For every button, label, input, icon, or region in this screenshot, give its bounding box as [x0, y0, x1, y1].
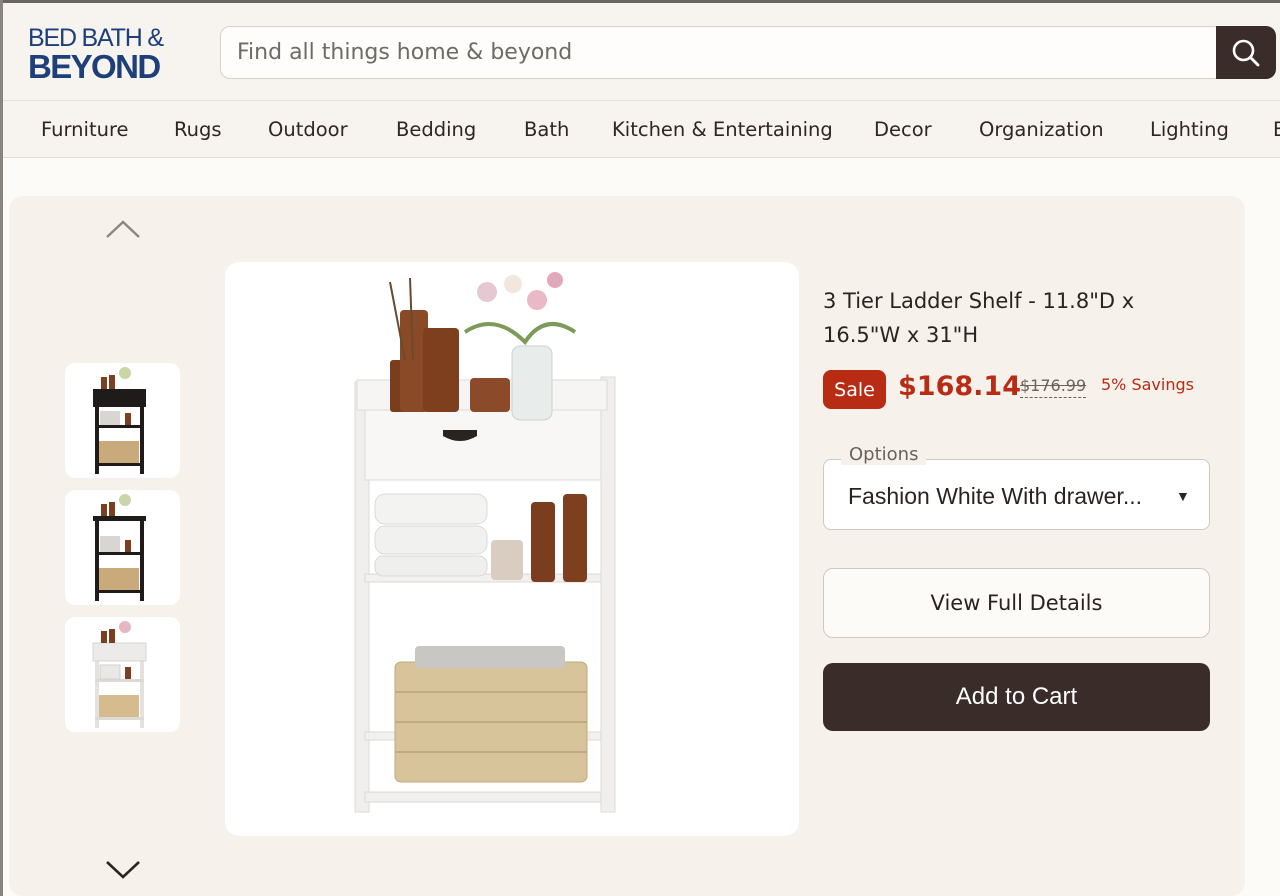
white-shelf-thumbnail: [92, 621, 147, 728]
black-shelf-thumbnail: [93, 367, 146, 474]
black-shelf-thumbnail: [93, 494, 146, 601]
nav-item-bedding[interactable]: Bedding: [396, 118, 476, 141]
nav-item-outdoor[interactable]: Outdoor: [268, 118, 348, 141]
chevron-up-icon[interactable]: [104, 217, 142, 241]
view-full-details-button[interactable]: View Full Details: [823, 568, 1210, 638]
site-header: BED BATH & BEYOND: [3, 3, 1280, 100]
category-nav: Furniture Rugs Outdoor Bedding Bath Kitc…: [3, 100, 1280, 158]
nav-item-rugs[interactable]: Rugs: [174, 118, 222, 141]
nav-item-truncated[interactable]: B: [1273, 118, 1280, 141]
options-label: Options: [841, 444, 927, 465]
original-price: $176.99: [1020, 376, 1087, 398]
sale-price: $168.14: [898, 371, 1021, 402]
add-to-cart-button[interactable]: Add to Cart: [823, 663, 1210, 731]
site-logo[interactable]: BED BATH & BEYOND: [28, 25, 188, 85]
thumbnail-3[interactable]: [65, 617, 180, 732]
savings-text: 5% Savings: [1101, 375, 1194, 394]
search-bar: [220, 26, 1276, 79]
search-icon: [1232, 39, 1260, 66]
logo-line-2: BEYOND: [28, 48, 161, 85]
nav-item-bath[interactable]: Bath: [524, 118, 569, 141]
page: BED BATH & BEYOND Furniture Rugs Outdoor…: [3, 3, 1280, 896]
nav-item-furniture[interactable]: Furniture: [41, 118, 129, 141]
options-selected-value[interactable]: Fashion White With drawer...: [848, 483, 1173, 510]
search-input[interactable]: [221, 27, 1216, 78]
thumbnail-1[interactable]: [65, 363, 180, 478]
nav-item-decor[interactable]: Decor: [874, 118, 932, 141]
nav-item-kitchen-entertaining[interactable]: Kitchen & Entertaining: [612, 118, 833, 141]
dropdown-caret-icon[interactable]: ▼: [1176, 488, 1190, 504]
nav-item-lighting[interactable]: Lighting: [1150, 118, 1229, 141]
main-product-image[interactable]: [225, 262, 799, 836]
search-button[interactable]: [1216, 26, 1276, 79]
product-title: 3 Tier Ladder Shelf - 11.8"D x 16.5"W x …: [823, 289, 1135, 347]
thumbnail-2[interactable]: [65, 490, 180, 605]
nav-item-organization[interactable]: Organization: [979, 118, 1104, 141]
sale-badge: Sale: [823, 370, 886, 409]
chevron-down-icon[interactable]: [104, 858, 142, 882]
ladder-shelf-image: [354, 272, 616, 813]
